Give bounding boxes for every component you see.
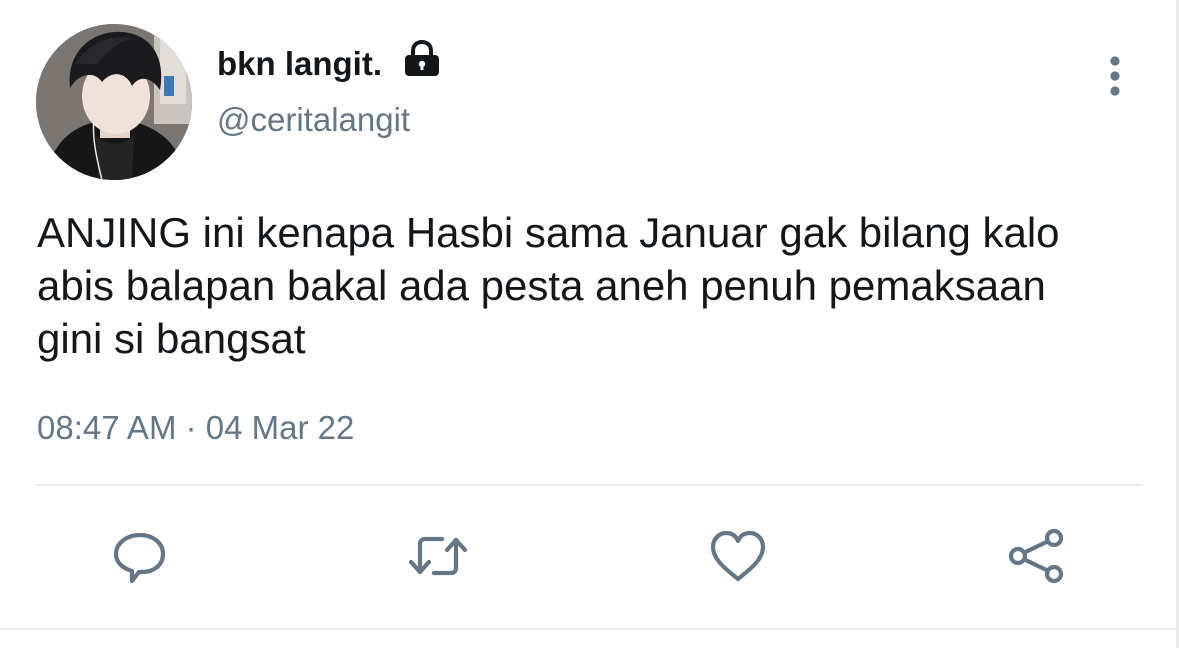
avatar-image: [36, 24, 192, 180]
bottom-divider: [0, 628, 1176, 630]
retweet-button[interactable]: [408, 526, 468, 586]
username-handle[interactable]: @ceritalangit: [217, 100, 410, 140]
like-button[interactable]: [708, 526, 768, 586]
tweet-card: bkn langit. @ceritalangit ANJING ini ken…: [0, 0, 1179, 648]
reply-button[interactable]: [110, 526, 170, 586]
share-icon: [1008, 528, 1064, 584]
reply-icon: [113, 532, 166, 584]
avatar[interactable]: [36, 24, 192, 180]
heart-icon: [710, 530, 766, 582]
divider: [36, 484, 1142, 486]
retweet-icon: [408, 536, 468, 576]
more-options-button[interactable]: [1097, 52, 1133, 100]
more-vertical-icon: [1110, 56, 1120, 66]
tweet-timestamp[interactable]: 08:47 AM · 04 Mar 22: [37, 408, 354, 448]
lock-icon: [405, 40, 439, 76]
tweet-text: ANJING ini kenapa Hasbi sama Januar gak …: [37, 209, 1060, 362]
display-name[interactable]: bkn langit.: [217, 44, 382, 84]
share-button[interactable]: [1006, 526, 1066, 586]
